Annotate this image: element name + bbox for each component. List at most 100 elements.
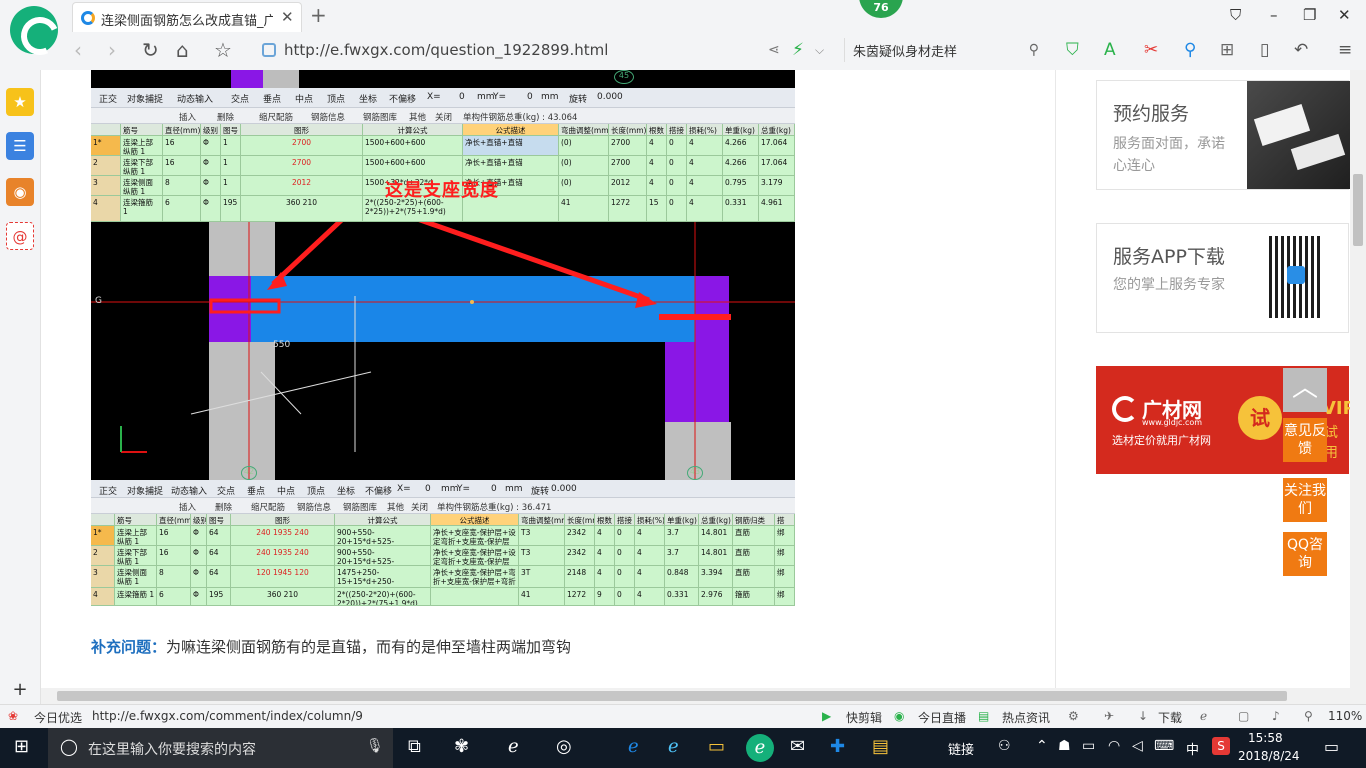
toolbar2-item[interactable]: 关闭: [435, 111, 452, 123]
status-item[interactable]: 下载: [1158, 709, 1182, 726]
search-input[interactable]: 朱茵疑似身材走样: [853, 41, 957, 60]
keyboard-icon[interactable]: ⌨: [1154, 738, 1174, 754]
today-picks-icon[interactable]: ❀: [8, 709, 18, 723]
settings-icon[interactable]: ⚙: [1068, 709, 1079, 723]
clock-date[interactable]: 2018/8/24: [1238, 749, 1300, 763]
toolbar-item[interactable]: 交点: [231, 92, 249, 105]
app-download-card[interactable]: 服务APP下载 您的掌上服务专家: [1096, 223, 1349, 333]
ie-browser-icon[interactable]: ℯ: [668, 736, 679, 757]
ime-label[interactable]: 中: [1186, 739, 1199, 758]
table-row[interactable]: 3 连梁侧面纵筋 1 8 Φ 64 120 1945 120 1475+250-…: [91, 566, 795, 588]
reader-mode-icon[interactable]: ▯: [1260, 40, 1269, 60]
taskbar-search-input[interactable]: 在这里输入你要搜索的内容: [88, 739, 256, 759]
tab-active[interactable]: 连梁侧面钢筋怎么改成直锚_广联 ✕: [72, 2, 302, 32]
live-icon[interactable]: ◉: [894, 709, 904, 723]
scroll-thumb[interactable]: [1353, 174, 1363, 246]
toolbar2-item[interactable]: 缩尺配筋: [251, 501, 285, 513]
site-info-icon[interactable]: [262, 43, 276, 57]
toolbar-item[interactable]: 交点: [217, 484, 235, 497]
toolbar-item[interactable]: 0.000: [551, 484, 577, 494]
favorite-star-icon[interactable]: ☆: [214, 38, 232, 62]
search-box[interactable]: 朱茵疑似身材走样 ⚲: [844, 38, 1049, 62]
zoom-level[interactable]: 110%: [1328, 709, 1362, 723]
forward-icon[interactable]: ›: [108, 38, 116, 62]
toolbar-item[interactable]: 正交: [99, 484, 117, 497]
news-icon[interactable]: ▤: [978, 709, 989, 723]
horizontal-scrollbar[interactable]: [41, 688, 1366, 704]
toolbar2-item[interactable]: 插入: [179, 501, 196, 513]
toolbar2-item[interactable]: 关闭: [411, 501, 428, 513]
skin-icon[interactable]: ⛉: [1230, 6, 1241, 24]
360-icon[interactable]: ◎: [556, 736, 572, 757]
toolbar-item[interactable]: 0: [459, 92, 465, 102]
zoom-icon[interactable]: ⚲: [1304, 709, 1313, 723]
toolbar-item[interactable]: 0: [491, 484, 497, 494]
toolbar-item[interactable]: 中点: [277, 484, 295, 497]
taskbar-search[interactable]: ◯ 在这里输入你要搜索的内容 🎙︎: [48, 728, 393, 768]
toolbar2-item[interactable]: 删除: [217, 111, 234, 123]
notification-icon[interactable]: ☗: [1058, 738, 1071, 754]
menu-icon[interactable]: ≡: [1338, 40, 1352, 60]
qq-consult-button[interactable]: QQ咨询: [1283, 532, 1327, 576]
scissors-icon[interactable]: ✂: [1144, 40, 1158, 60]
table-row[interactable]: 1* 连梁上部纵筋 1 16 Φ 64 240 1935 240 900+550…: [91, 526, 795, 546]
sound-icon[interactable]: ♪: [1272, 709, 1280, 723]
wifi-icon[interactable]: ◠: [1108, 738, 1120, 754]
toolbar-item[interactable]: 不偏移: [365, 484, 392, 497]
clip-icon[interactable]: ▶: [822, 709, 831, 723]
restore-button[interactable]: ❐: [1303, 6, 1316, 24]
task-view-icon[interactable]: ⧉: [408, 736, 421, 757]
edge-icon[interactable]: ℯ: [508, 736, 519, 757]
back-icon[interactable]: ‹: [74, 38, 82, 62]
browser-taskbar-icon[interactable]: ℯ: [746, 734, 774, 762]
notes-icon[interactable]: ▤: [872, 736, 889, 757]
toolbar-item[interactable]: 动态输入: [177, 92, 213, 105]
toolbar2-item[interactable]: 钢筋信息: [297, 501, 331, 513]
toolbar-item[interactable]: 正交: [99, 92, 117, 105]
ie-icon[interactable]: ℯ: [1200, 709, 1207, 723]
edge-browser-icon[interactable]: ℯ: [628, 736, 639, 757]
new-tab-button[interactable]: +: [310, 3, 327, 27]
minimize-button[interactable]: –: [1270, 6, 1278, 24]
toolbar-item[interactable]: 对象捕捉: [127, 92, 163, 105]
add-sidebar-icon[interactable]: +: [6, 676, 34, 704]
toolbar-item[interactable]: 坐标: [359, 92, 377, 105]
today-picks-label[interactable]: 今日优选: [34, 709, 82, 726]
refresh-icon[interactable]: ↻: [142, 38, 159, 62]
back-to-top-button[interactable]: ︿: [1283, 368, 1327, 412]
share-icon[interactable]: ⋖: [768, 42, 780, 58]
microphone-icon[interactable]: 🎙︎: [366, 738, 384, 754]
toolbar2-item[interactable]: 缩尺配筋: [259, 111, 293, 123]
home-icon[interactable]: ⌂: [176, 38, 189, 62]
file-explorer-icon[interactable]: ▭: [708, 736, 725, 757]
email-icon[interactable]: @: [6, 222, 34, 250]
news-list-icon[interactable]: ☰: [6, 132, 34, 160]
vertical-scrollbar[interactable]: [1350, 70, 1366, 688]
apps-grid-icon[interactable]: ⊞: [1220, 40, 1234, 60]
toolbar2-item[interactable]: 插入: [179, 111, 196, 123]
toolbar-item[interactable]: 垂点: [263, 92, 281, 105]
shield-icon[interactable]: ⛉: [1066, 40, 1079, 60]
address-bar[interactable]: http://e.fwxgx.com/question_1922899.html: [284, 41, 608, 59]
cad-canvas[interactable]: 550 G 42 43: [91, 222, 795, 480]
table-row[interactable]: 1* 连梁上部纵筋 1 16 Φ 1 2700 1500+600+600 净长+…: [91, 136, 795, 156]
toolbar2-item[interactable]: 钢筋图库: [343, 501, 377, 513]
lightning-icon[interactable]: ⚡: [792, 40, 804, 60]
toolbar-item[interactable]: 旋转: [531, 484, 549, 497]
feedback-button[interactable]: 意见反馈: [1283, 418, 1327, 462]
fan-app-icon[interactable]: ✾: [454, 736, 469, 757]
notification-badge[interactable]: 76: [859, 0, 903, 18]
status-item[interactable]: 快剪辑: [846, 709, 882, 726]
toolbar2-item[interactable]: 钢筋信息: [311, 111, 345, 123]
toolbar-item[interactable]: 对象捕捉: [127, 484, 163, 497]
appointment-service-card[interactable]: 预约服务 服务面对面，承诺心连心: [1096, 80, 1350, 190]
battery-icon[interactable]: ▭: [1082, 738, 1095, 754]
tray-link-label[interactable]: 链接: [948, 739, 974, 758]
toolbar2-item[interactable]: 删除: [215, 501, 232, 513]
toolbar-item[interactable]: 0.000: [597, 92, 623, 102]
chevron-down-icon[interactable]: ⌵: [815, 43, 824, 58]
clock-time[interactable]: 15:58: [1248, 731, 1283, 745]
window-icon[interactable]: ▢: [1238, 709, 1249, 723]
status-item[interactable]: 热点资讯: [1002, 709, 1050, 726]
magnifier-icon[interactable]: ⚲: [1184, 40, 1196, 60]
